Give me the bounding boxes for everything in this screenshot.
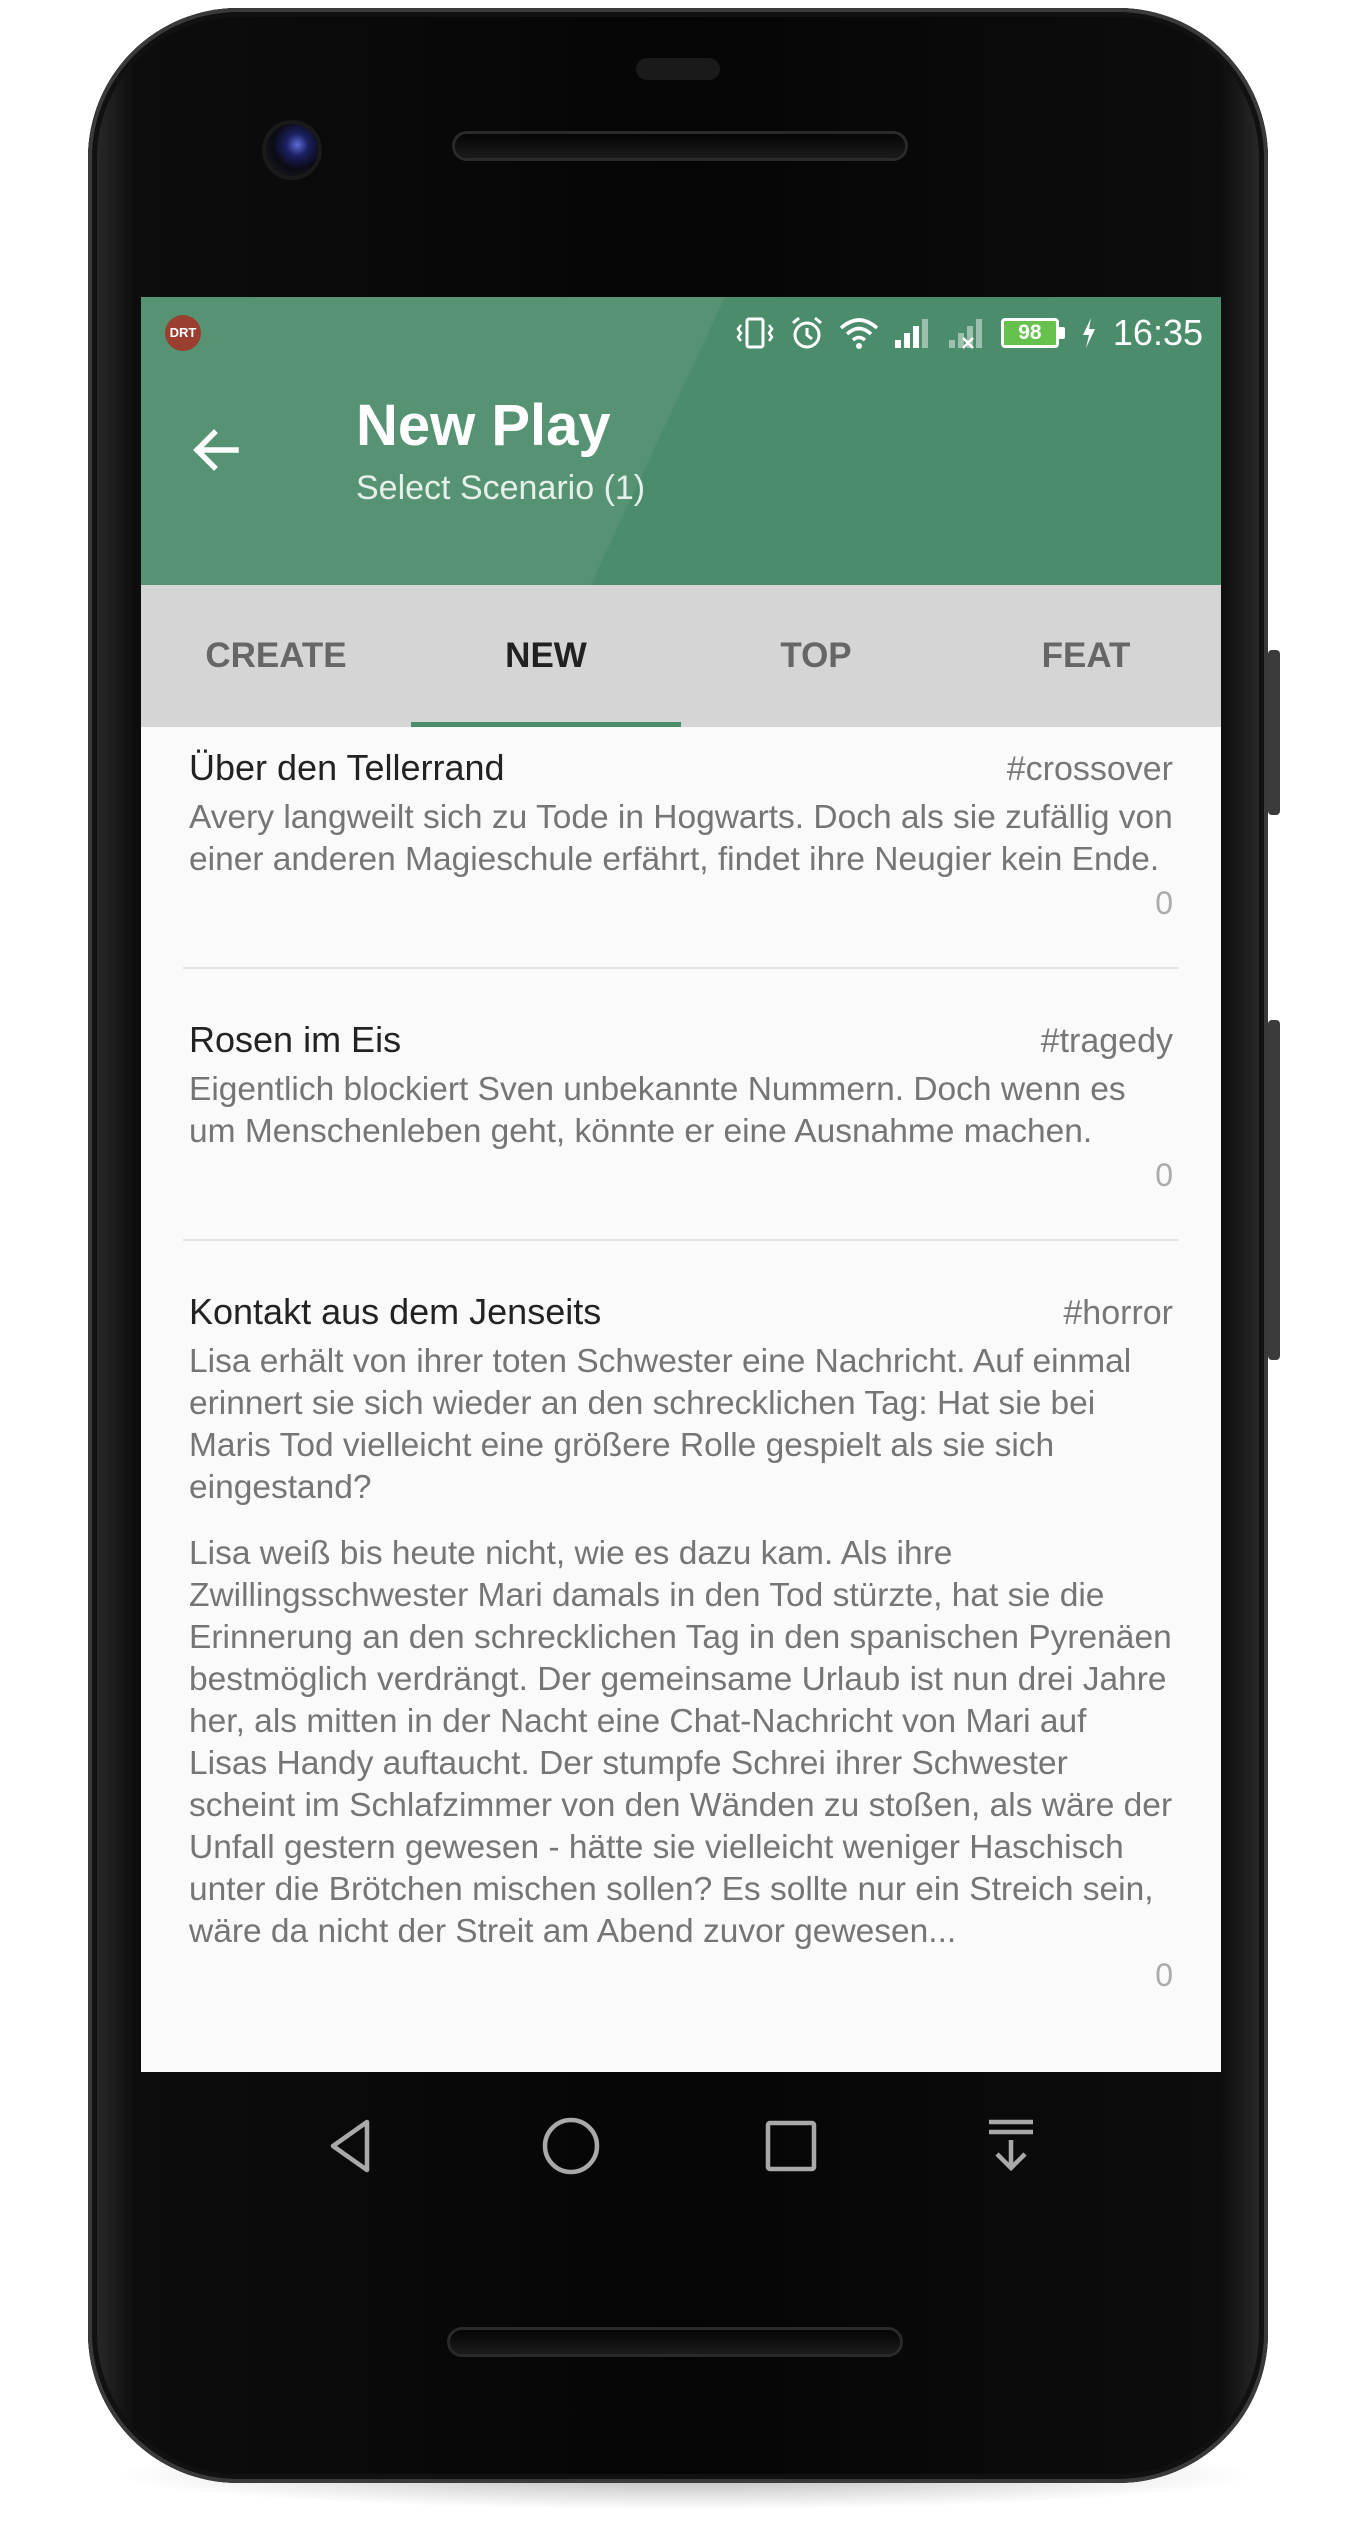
scenario-description: Avery langweilt sich zu Tode in Hogwarts…: [189, 799, 1173, 878]
scenario-item[interactable]: Über den Tellerrand #crossover Avery lan…: [141, 727, 1221, 931]
scenario-description: Lisa erhält von ihrer toten Schwester ei…: [189, 1343, 1132, 1506]
tab-new[interactable]: NEW: [411, 585, 681, 727]
scenario-tag: #tragedy: [1040, 1022, 1173, 1060]
scenario-title: Rosen im Eis: [189, 1019, 402, 1060]
scenario-count: 0: [1155, 1957, 1173, 1993]
recents-square-icon: [765, 2120, 817, 2172]
page-title: New Play: [356, 393, 611, 458]
scenario-count: 0: [1155, 1157, 1173, 1193]
navigation-bar: [141, 2072, 1221, 2220]
nav-home-button[interactable]: [516, 2091, 626, 2201]
alarm-icon: [789, 315, 825, 351]
divider: [183, 967, 1179, 969]
signal-no-sim-icon: [947, 316, 987, 350]
scenario-count: 0: [1155, 885, 1173, 921]
tab-create[interactable]: CREATE: [141, 585, 411, 727]
tab-top[interactable]: TOP: [681, 585, 951, 727]
wifi-icon: [839, 316, 879, 350]
nav-recents-button[interactable]: [736, 2091, 846, 2201]
sensor-slot: [636, 58, 720, 80]
charging-icon: [1081, 316, 1097, 350]
notification-pull-down-icon: [989, 2119, 1033, 2172]
scenario-title: Kontakt aus dem Jenseits: [189, 1291, 602, 1332]
tab-feat[interactable]: FEAT: [951, 585, 1221, 727]
app-bar: DRT 98 16:35 New Play Select Scenario (1…: [141, 297, 1221, 585]
status-icons: 98 16:35: [735, 309, 1203, 357]
front-camera: [266, 124, 318, 176]
back-triangle-icon: [330, 2119, 370, 2173]
scenario-long-text: Lisa weiß bis heute nicht, wie es dazu k…: [189, 1535, 1173, 1950]
bottom-speaker: [450, 2330, 900, 2354]
nav-back-button[interactable]: [296, 2091, 406, 2201]
arrow-left-icon: [193, 429, 239, 471]
divider: [183, 1239, 1179, 1241]
page-subtitle: Select Scenario (1): [356, 469, 646, 507]
status-bar: DRT 98 16:35: [141, 297, 1221, 369]
battery-level: 98: [1018, 321, 1042, 344]
battery-icon: 98: [1000, 318, 1067, 348]
signal-icon: [893, 316, 933, 350]
scenario-list[interactable]: Über den Tellerrand #crossover Avery lan…: [141, 727, 1221, 2072]
scenario-title: Über den Tellerrand: [189, 747, 505, 788]
volume-button: [1268, 1020, 1280, 1360]
scenario-item[interactable]: Rosen im Eis #tragedy Eigentlich blockie…: [141, 999, 1221, 1203]
scenario-item[interactable]: Kontakt aus dem Jenseits #horror Lisa er…: [141, 1271, 1221, 2003]
home-circle-icon: [542, 2117, 600, 2175]
scenario-description: Eigentlich blockiert Sven unbekannte Num…: [189, 1071, 1126, 1150]
tab-bar: CREATE NEW TOP FEAT: [141, 585, 1221, 727]
power-button: [1268, 650, 1280, 815]
back-button[interactable]: [181, 415, 251, 485]
scenario-tag: #horror: [1063, 1294, 1173, 1332]
status-clock: 16:35: [1112, 312, 1203, 353]
earpiece-speaker: [455, 134, 905, 158]
screen: DRT 98 16:35 New Play Select Scenario (1…: [141, 297, 1221, 2072]
vibrate-icon: [735, 315, 775, 351]
scenario-tag: #crossover: [1006, 750, 1173, 788]
app-logo-icon: DRT: [165, 315, 201, 351]
nav-notification-button[interactable]: [956, 2091, 1066, 2201]
